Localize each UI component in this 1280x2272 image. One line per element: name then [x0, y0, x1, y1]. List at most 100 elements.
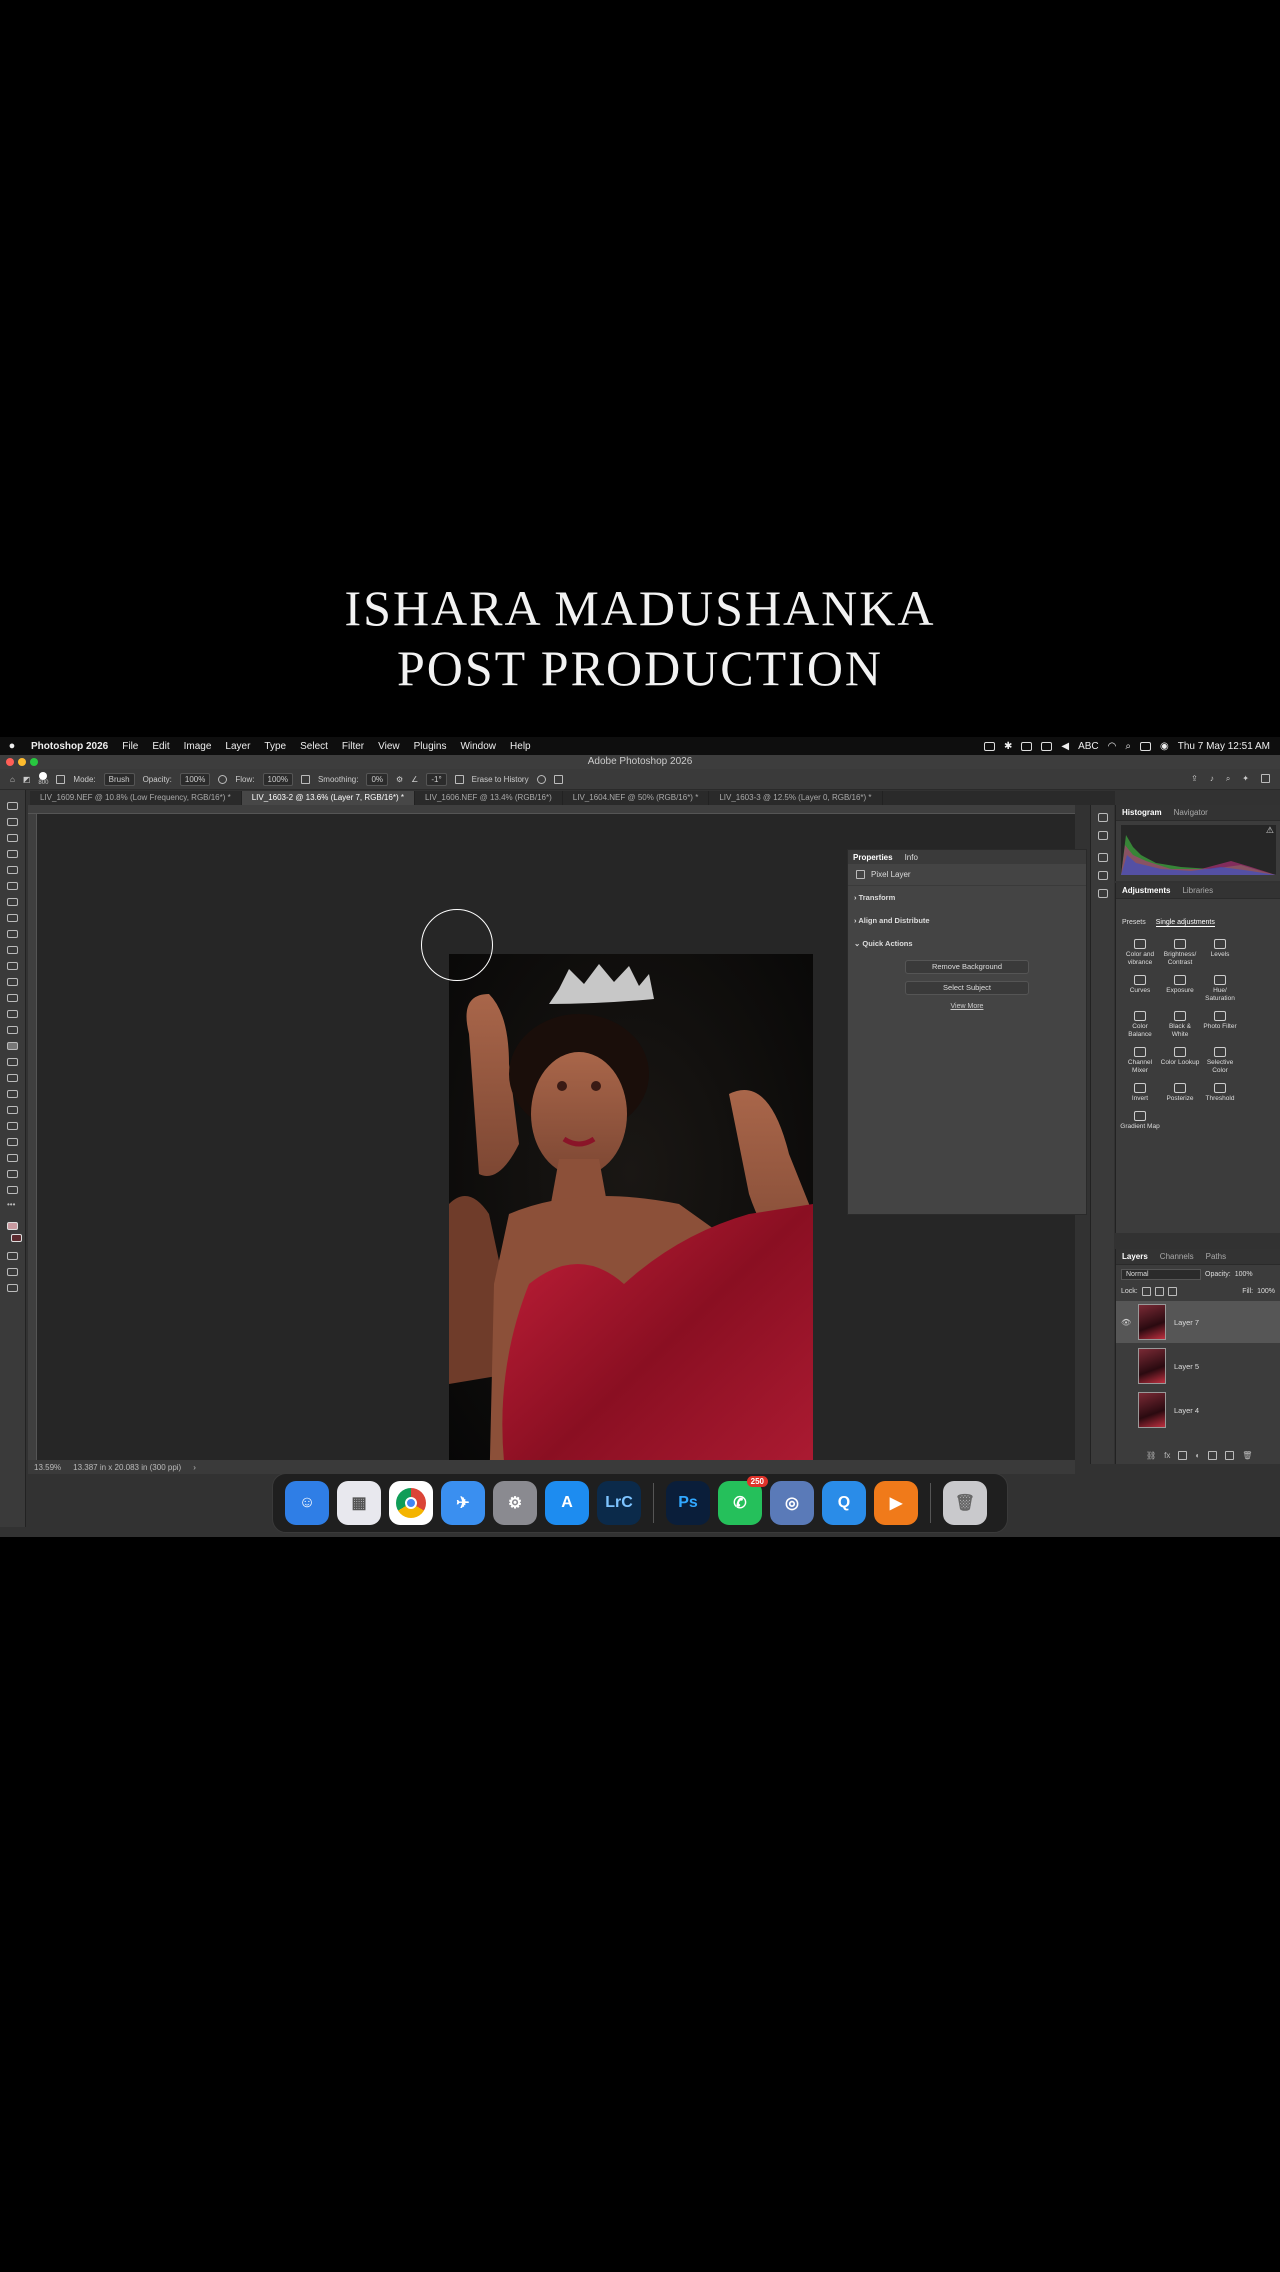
- symmetry-icon[interactable]: [553, 774, 563, 784]
- angle-input[interactable]: -1°: [426, 772, 447, 786]
- adj-invert[interactable]: Invert: [1120, 1083, 1160, 1103]
- menubar-clock[interactable]: Thu 7 May 12:51 AM: [1178, 741, 1270, 752]
- horizontal-ruler[interactable]: [28, 805, 1075, 814]
- actions-icon[interactable]: [1098, 831, 1108, 840]
- creative-cloud-icon[interactable]: [983, 741, 995, 751]
- adj-exposure[interactable]: Exposure: [1160, 975, 1200, 1003]
- quick-mask-icon[interactable]: [7, 1252, 18, 1260]
- blend-mode-select[interactable]: Normal: [1121, 1269, 1201, 1280]
- menu-app-name[interactable]: Photoshop 2026: [24, 741, 115, 752]
- zoom-window-button[interactable]: [30, 758, 38, 766]
- layer-row[interactable]: Layer 4: [1116, 1389, 1280, 1431]
- portrait-photo[interactable]: [449, 954, 813, 1500]
- adj-curves[interactable]: Curves: [1120, 975, 1160, 1003]
- select-subject-button[interactable]: Select Subject: [905, 981, 1029, 995]
- doc-tab[interactable]: LIV_1603-3 @ 12.5% (Layer 0, RGB/16*) *: [709, 791, 883, 805]
- doc-tab[interactable]: LIV_1609.NEF @ 10.8% (Low Frequency, RGB…: [30, 791, 242, 805]
- path-selection-tool-icon[interactable]: [7, 1138, 18, 1146]
- eraser-tool-preset-icon[interactable]: ◩: [23, 775, 31, 784]
- red-eye-tool-icon[interactable]: [7, 962, 18, 970]
- screen-mode-icon[interactable]: [7, 1268, 18, 1276]
- lightroom-classic-icon[interactable]: LrC: [597, 1481, 641, 1525]
- notifications-icon[interactable]: ♪: [1210, 774, 1214, 784]
- flow-input[interactable]: 100%: [262, 772, 293, 786]
- pressure-size-icon[interactable]: [536, 774, 546, 784]
- history-icon[interactable]: [1098, 813, 1108, 822]
- remove-background-button[interactable]: Remove Background: [905, 960, 1029, 974]
- display-icon[interactable]: [1041, 741, 1053, 751]
- app-store-icon[interactable]: A: [545, 1481, 589, 1525]
- menu-filter[interactable]: Filter: [335, 741, 371, 752]
- visibility-eye-icon[interactable]: 👁: [1121, 1318, 1131, 1327]
- pen-tool-icon[interactable]: [7, 1106, 18, 1114]
- marquee-tool-icon[interactable]: [7, 818, 18, 826]
- volume-icon[interactable]: ◀: [1061, 741, 1069, 752]
- doc-tab[interactable]: LIV_1604.NEF @ 50% (RGB/16*) *: [563, 791, 710, 805]
- adj-color-balance[interactable]: Color Balance: [1120, 1011, 1160, 1039]
- histogram-warning-icon[interactable]: ⚠: [1266, 825, 1274, 836]
- finder-icon[interactable]: ☺: [285, 1481, 329, 1525]
- menu-layer[interactable]: Layer: [218, 741, 257, 752]
- bluetooth-icon[interactable]: ✱: [1004, 741, 1012, 752]
- rectangle-tool-icon[interactable]: [7, 1154, 18, 1162]
- status-chevron-icon[interactable]: ›: [193, 1463, 196, 1472]
- adj-threshold[interactable]: Threshold: [1200, 1083, 1240, 1103]
- airbrush-icon[interactable]: [300, 774, 310, 784]
- spot-healing-tool-icon[interactable]: [7, 914, 18, 922]
- transform-section[interactable]: › Transform: [848, 886, 1086, 909]
- adj-hue-saturation[interactable]: Hue/ Saturation: [1200, 975, 1240, 1003]
- fill-input[interactable]: 100%: [1257, 1288, 1275, 1295]
- smoothing-input[interactable]: 0%: [366, 772, 388, 786]
- layer-row[interactable]: Layer 5: [1116, 1345, 1280, 1387]
- healing-brush-tool-icon[interactable]: [7, 930, 18, 938]
- menu-edit[interactable]: Edit: [145, 741, 176, 752]
- layer-name[interactable]: Layer 7: [1174, 1318, 1199, 1327]
- launchpad-icon[interactable]: ▦: [337, 1481, 381, 1525]
- align-section[interactable]: › Align and Distribute: [848, 909, 1086, 932]
- frame-tool-icon[interactable]: [7, 882, 18, 890]
- battery-icon[interactable]: [1021, 741, 1033, 751]
- menu-image[interactable]: Image: [177, 741, 219, 752]
- eraser-tool-icon[interactable]: [7, 1042, 18, 1050]
- tab-channels[interactable]: Channels: [1160, 1252, 1194, 1261]
- brush-tool-icon[interactable]: [7, 994, 18, 1002]
- tab-adjustments[interactable]: Adjustments: [1122, 886, 1170, 895]
- quicktime-icon[interactable]: Q: [822, 1481, 866, 1525]
- layer-name[interactable]: Layer 5: [1174, 1362, 1199, 1371]
- adj-brightness-contrast[interactable]: Brightness/ Contrast: [1160, 939, 1200, 967]
- single-adjustments-tab[interactable]: Single adjustments: [1155, 919, 1215, 927]
- quick-actions-section[interactable]: ⌄ Quick Actions: [848, 932, 1086, 955]
- adj-color-lookup[interactable]: Color Lookup: [1160, 1047, 1200, 1075]
- brush-panel-icon[interactable]: [1098, 889, 1108, 898]
- more-tools-icon[interactable]: •••: [7, 1201, 18, 1210]
- trash-icon[interactable]: 🗑: [943, 1481, 987, 1525]
- smoothing-gear-icon[interactable]: ⚙: [396, 775, 403, 784]
- delete-layer-icon[interactable]: 🗑: [1242, 1451, 1252, 1460]
- safari-icon[interactable]: ✈: [441, 1481, 485, 1525]
- gradient-tool-icon[interactable]: [7, 1058, 18, 1066]
- brush-settings-icon[interactable]: [56, 774, 66, 784]
- photoshop-icon[interactable]: Ps: [666, 1481, 710, 1525]
- menu-view[interactable]: View: [371, 741, 407, 752]
- home-icon[interactable]: ⌂: [10, 775, 15, 784]
- adj-posterize[interactable]: Posterize: [1160, 1083, 1200, 1103]
- hand-tool-icon[interactable]: [7, 1170, 18, 1178]
- system-settings-icon[interactable]: ⚙: [493, 1481, 537, 1525]
- dodge-tool-icon[interactable]: [7, 1090, 18, 1098]
- artboard-icon[interactable]: [7, 1284, 18, 1292]
- lasso-tool-icon[interactable]: [7, 834, 18, 842]
- adj-levels[interactable]: Levels: [1200, 939, 1240, 967]
- fx-icon[interactable]: fx: [1164, 1451, 1170, 1460]
- quick-selection-tool-icon[interactable]: [7, 850, 18, 858]
- adj-black-white[interactable]: Black & White: [1160, 1011, 1200, 1039]
- adjustment-layer-icon[interactable]: ◐: [1195, 1451, 1200, 1460]
- crop-tool-icon[interactable]: [7, 866, 18, 874]
- move-tool-icon[interactable]: [7, 802, 18, 810]
- eyedropper-tool-icon[interactable]: [7, 898, 18, 906]
- adj-gradient-map[interactable]: Gradient Map: [1120, 1111, 1160, 1131]
- type-tool-icon[interactable]: [7, 1122, 18, 1130]
- doc-tab-active[interactable]: LIV_1603-2 @ 13.6% (Layer 7, RGB/16*) *: [241, 791, 415, 805]
- menu-window[interactable]: Window: [453, 741, 503, 752]
- brush-size-preview[interactable]: 800: [38, 772, 48, 786]
- remove-tool-icon[interactable]: [7, 978, 18, 986]
